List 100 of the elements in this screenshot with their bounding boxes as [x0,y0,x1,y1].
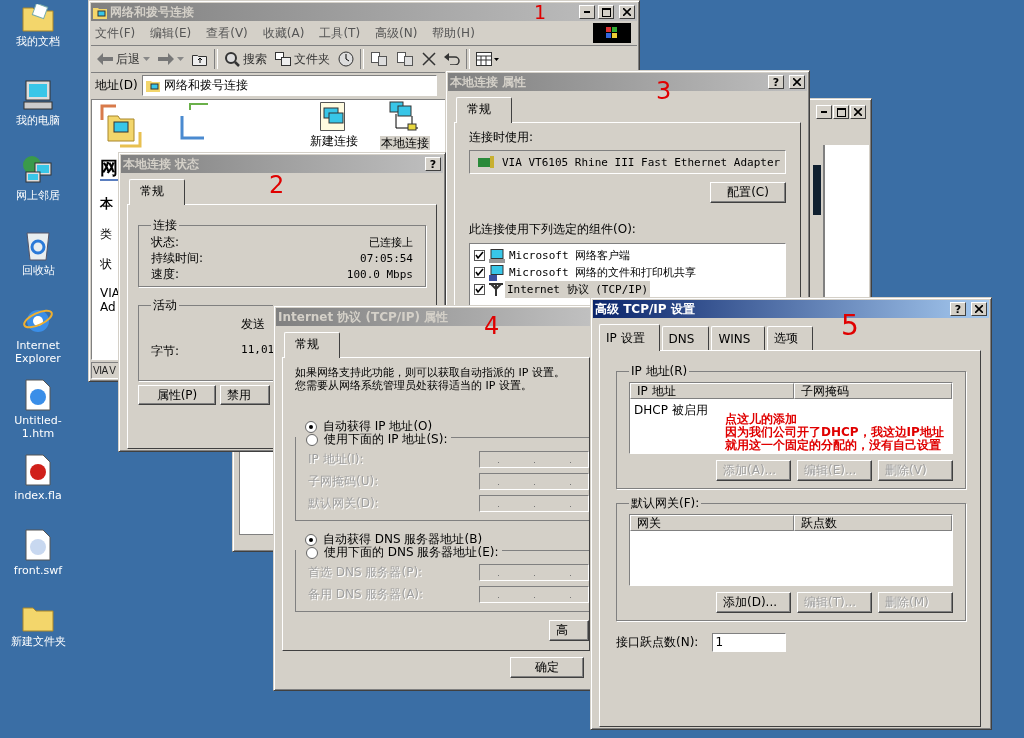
description-text: 如果网络支持此功能，则可以获取自动指派的 IP 设置。 您需要从网络系统管理员处获得适当的 IP 设置。 [295,366,566,392]
desktop-icon-label[interactable]: Untitled-1.htm [1,414,75,440]
folders-icon [275,52,291,66]
computer-icon[interactable] [22,79,54,111]
configure-button[interactable]: 配置(C) [710,182,786,203]
checkbox[interactable] [474,250,485,261]
file-icon[interactable] [25,529,51,561]
menu-item[interactable]: 编辑(E) [150,24,192,42]
field-value: 11,01 [241,343,275,358]
close-button[interactable] [619,5,635,19]
menu-item[interactable]: 收藏(A) [262,24,305,42]
group-label: 活动 [152,297,178,314]
history-button[interactable] [336,49,356,69]
file-icon[interactable] [25,379,51,411]
views-button[interactable] [474,50,502,68]
desktop-icon-label[interactable]: 我的文档 [16,35,60,48]
search-button[interactable]: 搜索 [222,48,269,70]
menu-item[interactable]: 文件(F) [95,24,136,42]
radio-button[interactable] [305,533,317,546]
window-title-bar[interactable]: 本地连接 状态 ? [121,155,443,173]
field-label: 连接时使用: [469,129,535,146]
menu-item[interactable]: 工具(T) [319,24,361,42]
tab[interactable]: WINS [711,326,766,350]
column-header[interactable]: IP 地址 [630,383,794,399]
desktop-icon-label[interactable]: 新建文件夹 [10,635,66,648]
help-button[interactable]: ? [425,157,441,171]
desktop-icon-label[interactable]: front.swf [13,564,63,577]
move-button[interactable] [368,49,390,69]
column-header[interactable]: 子网掩码 [794,383,952,399]
annotation-note: 点这儿的添加 因为我们公司开了DHCP，我这边IP地址 就用这一个固定的分配的，没有自己设置 [725,413,944,452]
copy-button[interactable] [394,49,416,69]
ok-button[interactable]: 确定 [510,657,584,678]
tab[interactable]: 常规 [456,97,512,123]
list-cell[interactable]: DHCP 被启用 [634,403,708,417]
menu-item[interactable]: 高级(N) [375,24,418,42]
menu-item[interactable]: 查看(V) [206,24,248,42]
detail-text: 状 [100,256,112,273]
close-button[interactable] [971,302,987,316]
field-label: 速度: [151,265,180,283]
component-item[interactable]: Microsoft 网络客户端 [507,247,633,264]
maximize-button[interactable] [833,105,849,119]
folders-button[interactable]: 文件夹 [273,48,332,70]
desktop-icon-label[interactable]: 我的电脑 [16,114,60,127]
folder-icon[interactable] [22,4,54,32]
radio-button[interactable] [305,420,317,433]
group-label: IP 地址(R) [630,363,689,380]
help-button[interactable]: ? [768,75,784,89]
dialog-button[interactable]: 禁用 [220,385,270,405]
recycle-bin-icon[interactable] [25,229,51,261]
ip-address-field[interactable] [479,472,589,490]
network-icon[interactable] [22,154,54,186]
checkbox[interactable] [474,267,485,278]
computer-icon [489,248,505,263]
list-action-button[interactable]: 添加(D)... [716,592,791,613]
tab[interactable]: 选项 [767,326,814,350]
computer-icon [489,264,505,281]
desktop-icon-label[interactable]: index.fla [14,489,62,502]
clock-icon [338,51,354,67]
new-connection-icon[interactable] [320,100,348,132]
delete-button[interactable] [420,50,438,68]
metric-input[interactable]: 1 [712,633,787,652]
maximize-icon [601,7,611,17]
file-icon[interactable] [25,454,51,486]
dialog-button[interactable]: 属性(P) [138,385,216,405]
connection-label[interactable]: 新建连接 [310,134,358,148]
desktop-icon-label[interactable]: 回收站 [21,264,55,277]
component-item[interactable]: Microsoft 网络的文件和打印机共享 [507,264,699,281]
magnifier-icon [224,51,240,67]
radio-button[interactable] [306,433,318,446]
undo-button[interactable] [442,51,462,67]
radio-button[interactable] [306,546,318,559]
minimize-button[interactable] [579,5,595,19]
tab[interactable]: IP 设置 [599,324,660,351]
address-field[interactable]: 网络和拨号连接 [141,74,437,96]
component-item[interactable]: Internet 协议 (TCP/IP) [505,281,651,298]
column-header[interactable]: 网关 [630,515,794,531]
maximize-button[interactable] [598,5,614,19]
close-button[interactable] [789,75,805,89]
tab[interactable]: 常规 [129,179,185,205]
tab[interactable]: 常规 [284,332,340,358]
flag-logo-icon [593,23,631,43]
ip-address-field[interactable] [479,450,589,468]
right-arrow-icon [158,53,174,65]
checkbox[interactable] [474,284,485,295]
ip-address-field[interactable] [479,494,589,512]
ip-address-field[interactable] [479,585,589,603]
help-button[interactable]: ? [950,302,966,316]
menu-item[interactable]: 帮助(H) [432,24,475,42]
back-button[interactable]: 后退 [95,48,152,70]
column-header[interactable]: 跃点数 [794,515,952,531]
tab[interactable]: DNS [661,326,710,350]
folder-up-icon [192,52,208,66]
ip-address-field[interactable] [479,563,589,581]
connection-label[interactable]: 本地连接 [380,136,430,150]
close-button[interactable] [850,105,866,119]
folder-icon[interactable] [22,604,54,632]
advanced-button[interactable]: 高 [549,620,589,641]
desktop-icon-label[interactable]: 网上邻居 [16,189,60,202]
desktop-icon-label[interactable]: Internet Explorer [1,339,75,365]
minimize-button[interactable] [816,105,832,119]
